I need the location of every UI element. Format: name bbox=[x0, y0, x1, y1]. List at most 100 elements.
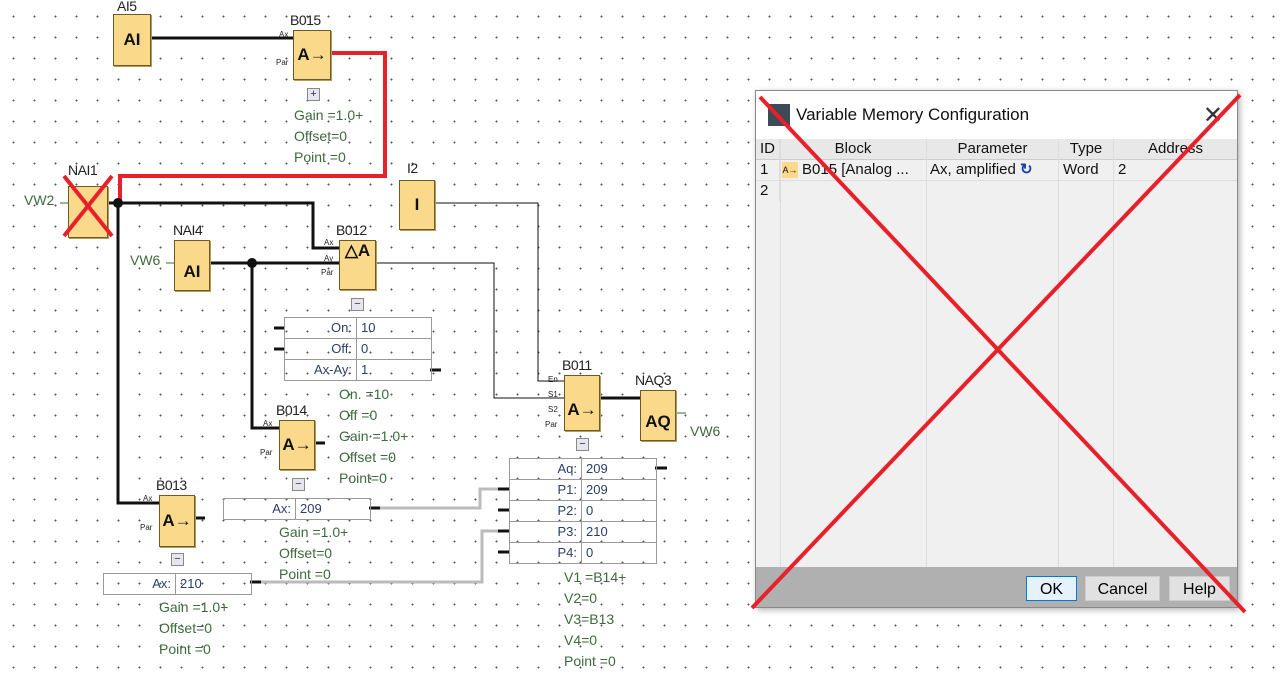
cell-parameter[interactable]: Ax, amplified ↻ bbox=[927, 160, 1059, 180]
param: Gain =1.0+ bbox=[294, 107, 364, 123]
param: Offset=0 bbox=[279, 545, 333, 561]
param: Gain =1.0+ bbox=[159, 599, 229, 615]
dialog-title: Variable Memory Configuration bbox=[796, 105, 1030, 124]
memory-table: ID Block Parameter Type Address 1 A→ B015… bbox=[756, 139, 1237, 567]
help-button[interactable]: Help bbox=[1169, 576, 1230, 601]
col-type[interactable]: Type bbox=[1059, 139, 1114, 159]
block-b012[interactable]: △A bbox=[339, 240, 376, 290]
param-key: P3: bbox=[510, 522, 582, 542]
param-value[interactable]: 0 bbox=[357, 339, 368, 359]
cell-block[interactable]: A→ B015 [Analog ... bbox=[780, 160, 927, 180]
param-key: Ax-Ay: bbox=[285, 360, 357, 380]
block-b011[interactable]: A→ bbox=[564, 375, 600, 431]
pin-par: Par bbox=[321, 268, 334, 277]
pin-par: Par bbox=[545, 420, 558, 429]
variable-label: VW6 bbox=[130, 252, 161, 268]
param-value[interactable]: 210 bbox=[176, 574, 202, 594]
block-ai5[interactable]: AI bbox=[113, 14, 151, 66]
param-table-b014: Ax: 209 bbox=[223, 498, 371, 520]
pin-par: Par bbox=[276, 58, 289, 67]
param: Gain =1.0+ bbox=[279, 524, 349, 540]
param-list: Gain =1.0+ Offset=0 Point =0 bbox=[159, 597, 228, 660]
variable-memory-dialog: Variable Memory Configuration ✕ ID Block… bbox=[755, 90, 1238, 608]
param-key: P4: bbox=[510, 543, 582, 563]
param-value[interactable]: 209 bbox=[296, 499, 322, 519]
wire-nai1-b012 bbox=[108, 201, 339, 250]
param: Off =0 bbox=[339, 407, 378, 423]
cell-type[interactable]: Word bbox=[1059, 160, 1114, 180]
param: Gain =1.0+ bbox=[339, 428, 409, 444]
wire-nai4-b014 bbox=[250, 263, 279, 430]
cell-address[interactable]: 2 bbox=[1114, 160, 1237, 180]
param: On. =10 bbox=[339, 386, 390, 402]
junction-dot bbox=[247, 258, 257, 268]
param-list: Gain =1.0+ Offset=0 Point =0 bbox=[279, 522, 348, 585]
dialog-titlebar[interactable]: Variable Memory Configuration ✕ bbox=[756, 91, 1237, 139]
block-label: B014 bbox=[276, 402, 307, 418]
param-key: Off: bbox=[285, 339, 357, 359]
col-block[interactable]: Block bbox=[780, 139, 927, 159]
param: Point =0 bbox=[564, 653, 616, 669]
pin-ax: Ax bbox=[279, 30, 289, 39]
param: V2=0 bbox=[564, 590, 598, 606]
block-label: B012 bbox=[336, 222, 367, 238]
param-value[interactable]: 209 bbox=[582, 480, 608, 500]
col-id[interactable]: ID bbox=[756, 139, 780, 159]
param-key: P2: bbox=[510, 501, 582, 521]
param-key: Ax: bbox=[224, 499, 296, 519]
block-label: AI5 bbox=[117, 0, 137, 14]
block-label: B011 bbox=[562, 357, 592, 373]
close-icon[interactable]: ✕ bbox=[1203, 101, 1223, 130]
param-value[interactable]: 0 bbox=[582, 543, 593, 563]
col-address[interactable]: Address bbox=[1114, 139, 1237, 159]
param: Point =0 bbox=[294, 149, 346, 165]
collapse-toggle[interactable]: − bbox=[171, 553, 184, 566]
pin-s2: S2 bbox=[548, 405, 558, 414]
refresh-icon[interactable]: ↻ bbox=[1020, 161, 1033, 178]
pin-ay: Ay bbox=[324, 254, 334, 263]
collapse-toggle[interactable]: − bbox=[292, 478, 305, 491]
cell-id: 2 bbox=[756, 181, 780, 201]
param-value[interactable]: 210 bbox=[582, 522, 608, 542]
param-value[interactable]: 1 bbox=[357, 360, 368, 380]
pin-ax: Ax bbox=[263, 419, 273, 428]
block-b013[interactable]: A→ bbox=[159, 495, 195, 547]
param-key: P1: bbox=[510, 480, 582, 500]
block-i2[interactable]: I bbox=[399, 180, 435, 230]
collapse-toggle[interactable]: − bbox=[576, 438, 589, 451]
collapse-toggle[interactable]: − bbox=[351, 298, 364, 311]
table-row[interactable]: 2 bbox=[756, 181, 1237, 201]
block-naq3[interactable]: AQ bbox=[640, 390, 676, 441]
param-list: On. =10 Off =0 Gain =1.0+ Offset =0 Poin… bbox=[339, 384, 408, 489]
param-value[interactable]: 209 bbox=[582, 459, 608, 479]
parameter-text: Ax, amplified bbox=[930, 161, 1016, 178]
ok-button[interactable]: OK bbox=[1026, 576, 1077, 601]
pin-ax: Ax bbox=[143, 494, 153, 503]
block-label: B013 bbox=[156, 477, 187, 493]
param-table-b012: On: 10 Off: 0 Ax-Ay: 1 bbox=[284, 317, 432, 381]
param-key: Ax: bbox=[104, 574, 176, 594]
cancel-button[interactable]: Cancel bbox=[1085, 576, 1160, 601]
param: Point =0 bbox=[159, 641, 211, 657]
block-label: NAQ3 bbox=[635, 372, 672, 388]
dialog-footer: OK Cancel Help bbox=[756, 567, 1237, 607]
pin-s1: S1 bbox=[548, 390, 558, 399]
block-b014[interactable]: A→ bbox=[279, 420, 315, 470]
table-row[interactable]: 1 A→ B015 [Analog ... Ax, amplified ↻ Wor… bbox=[756, 160, 1237, 181]
param-table-b011: Aq: 209 P1: 209 P2: 0 P3: 210 P4: 0 bbox=[509, 458, 657, 564]
param: Point =0 bbox=[279, 566, 331, 582]
cell-id: 1 bbox=[756, 160, 780, 180]
param-value[interactable]: 0 bbox=[582, 501, 593, 521]
param-list: V1 =B14+ V2=0 V3=B13 V4=0 Point =0 bbox=[564, 567, 626, 672]
param: Point=0 bbox=[339, 470, 387, 486]
col-parameter[interactable]: Parameter bbox=[927, 139, 1059, 159]
param-value[interactable]: 10 bbox=[357, 318, 375, 338]
block-nai4[interactable]: AI bbox=[174, 240, 210, 291]
param: V1 =B14+ bbox=[564, 569, 627, 585]
block-text: B015 [Analog ... bbox=[802, 161, 909, 178]
expand-toggle[interactable]: + bbox=[307, 88, 320, 101]
block-b015[interactable]: A→ bbox=[293, 30, 331, 80]
amplifier-icon: A→ bbox=[782, 162, 798, 179]
wire-nai1-b013 bbox=[116, 203, 159, 505]
param: Offset =0 bbox=[339, 449, 396, 465]
